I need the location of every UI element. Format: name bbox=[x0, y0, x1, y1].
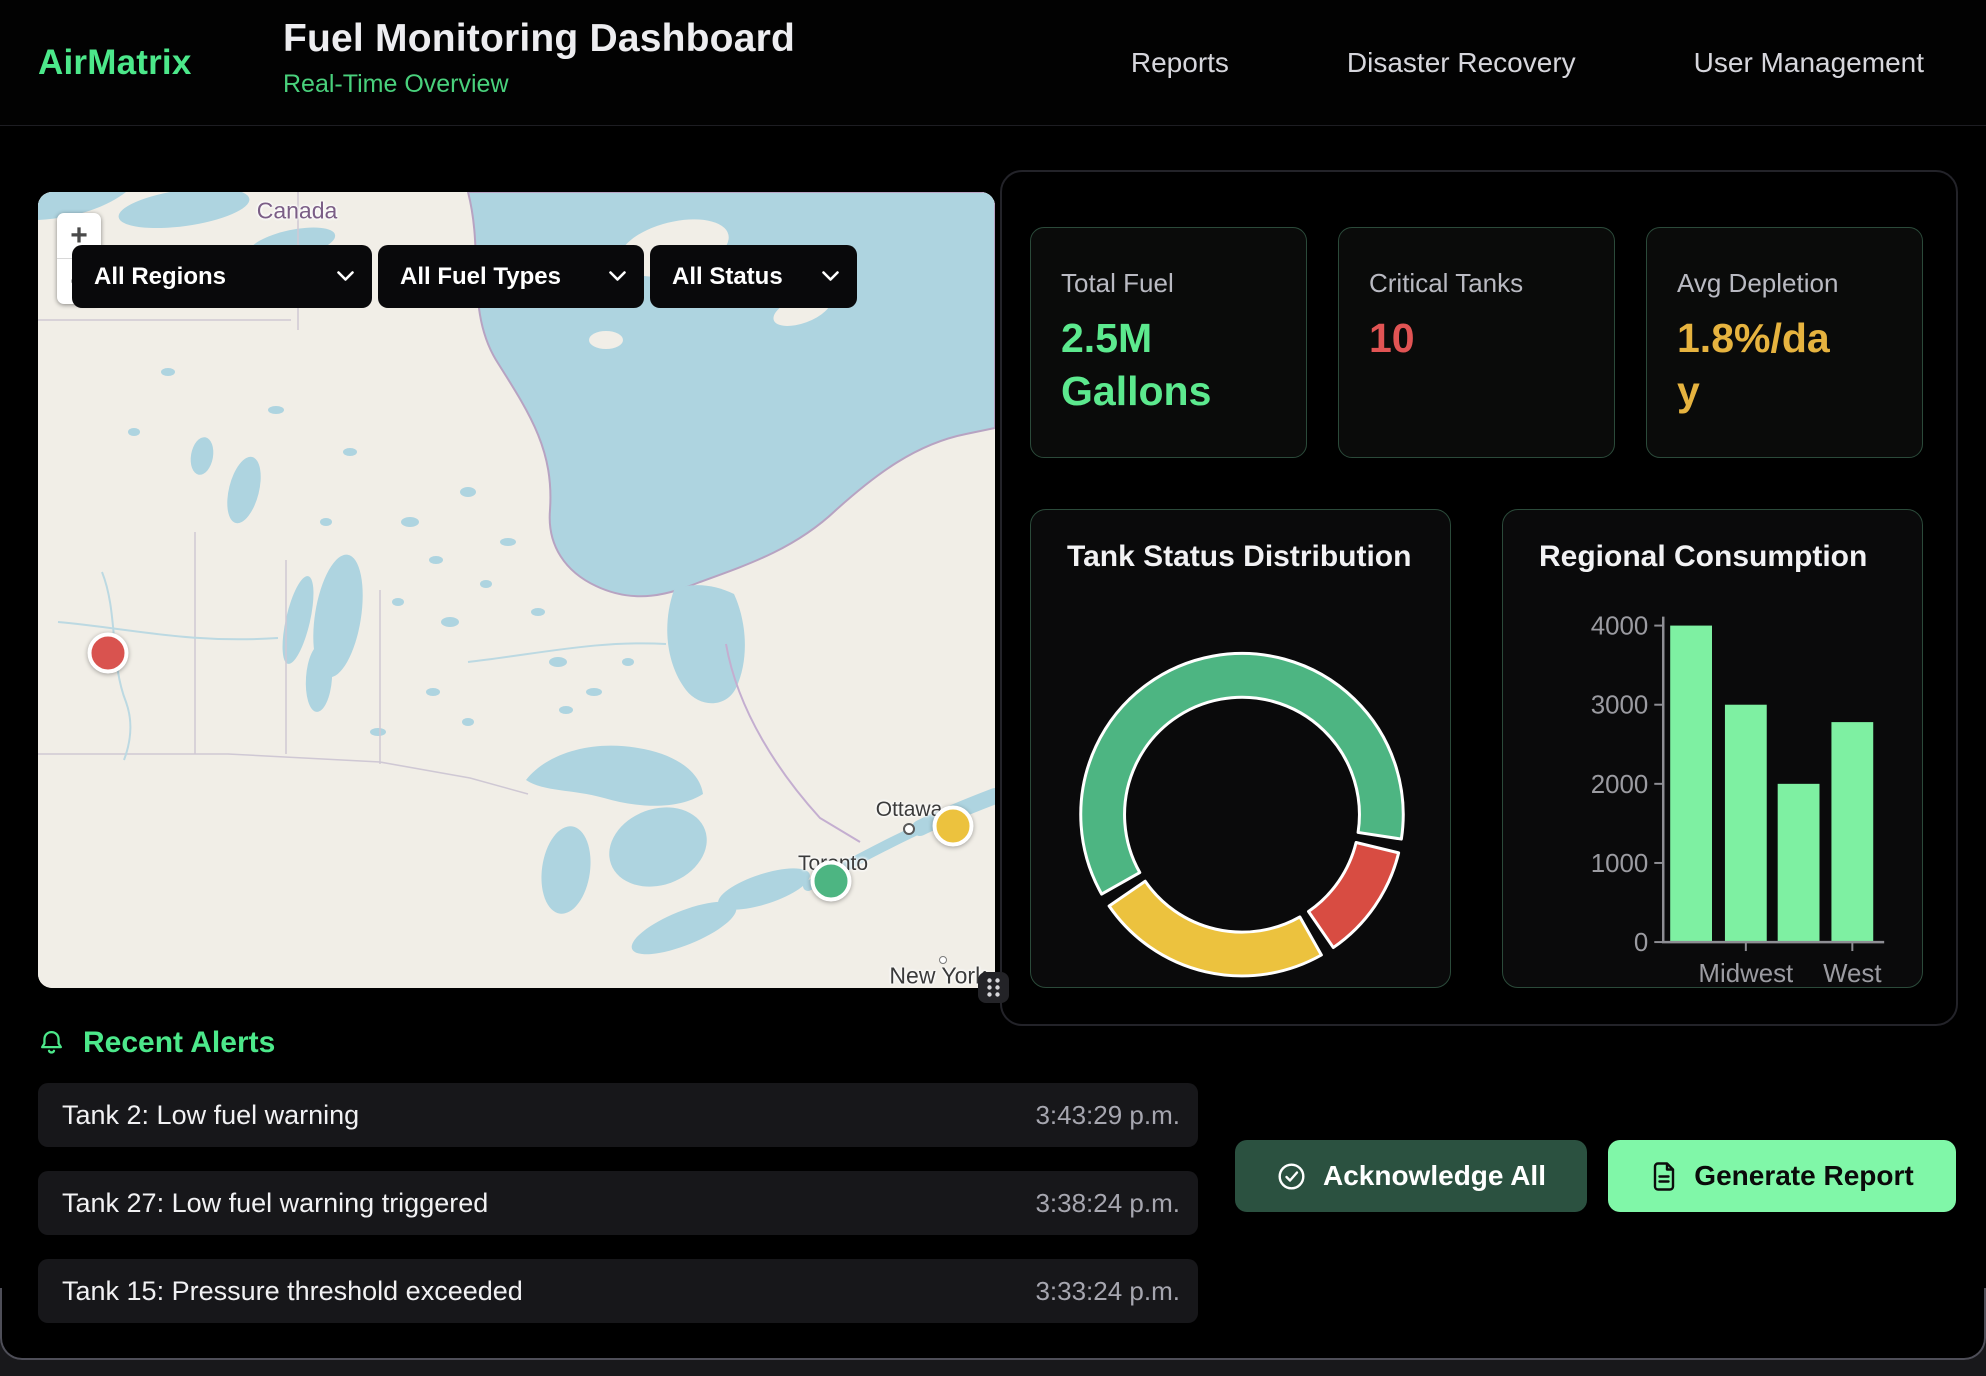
svg-text:1000: 1000 bbox=[1591, 850, 1649, 878]
acknowledge-all-label: Acknowledge All bbox=[1323, 1160, 1546, 1192]
app-logo: AirMatrix bbox=[38, 43, 192, 83]
map-canvas bbox=[38, 192, 995, 988]
stat-value: 2.5M Gallons bbox=[1061, 312, 1226, 419]
bell-icon bbox=[38, 1029, 65, 1057]
map-filter-bar: All Regions All Fuel Types All Status bbox=[72, 245, 857, 308]
alert-row: Tank 15: Pressure threshold exceeded 3:3… bbox=[38, 1259, 1198, 1323]
chevron-down-icon bbox=[337, 271, 354, 282]
alert-message: Tank 2: Low fuel warning bbox=[62, 1100, 359, 1131]
alert-timestamp: 3:33:24 p.m. bbox=[1035, 1276, 1180, 1307]
region-filter-dropdown[interactable]: All Regions bbox=[72, 245, 372, 308]
stat-label: Critical Tanks bbox=[1369, 268, 1584, 299]
stat-value: 10 bbox=[1369, 312, 1534, 365]
acknowledge-all-button[interactable]: Acknowledge All bbox=[1235, 1140, 1587, 1212]
svg-text:Midwest: Midwest bbox=[1698, 960, 1793, 987]
stat-value: 1.8%/day bbox=[1677, 312, 1842, 419]
drag-handle-icon[interactable] bbox=[978, 972, 1009, 1003]
alerts-title: Recent Alerts bbox=[83, 1026, 275, 1060]
status-filter-dropdown[interactable]: All Status bbox=[650, 245, 857, 308]
tank-map[interactable]: Canada Ottawa Toronto New York + − All R… bbox=[38, 192, 995, 988]
header: AirMatrix Fuel Monitoring Dashboard Real… bbox=[0, 0, 1986, 126]
main-nav: Reports Disaster Recovery User Managemen… bbox=[1131, 0, 1924, 125]
stat-label: Total Fuel bbox=[1061, 268, 1276, 299]
donut-chart bbox=[1031, 510, 1450, 987]
svg-text:West: West bbox=[1823, 960, 1881, 987]
generate-report-button[interactable]: Generate Report bbox=[1608, 1140, 1956, 1212]
bar-chart: 0 1000 2000 3000 4000 Midwest West bbox=[1503, 510, 1922, 987]
page-subtitle: Real-Time Overview bbox=[283, 70, 795, 99]
nav-item-user-management[interactable]: User Management bbox=[1694, 47, 1924, 79]
alert-timestamp: 3:38:24 p.m. bbox=[1035, 1188, 1180, 1219]
region-filter-label: All Regions bbox=[94, 263, 226, 291]
svg-text:4000: 4000 bbox=[1591, 613, 1649, 641]
alert-row: Tank 27: Low fuel warning triggered 3:38… bbox=[38, 1171, 1198, 1235]
alert-message: Tank 15: Pressure threshold exceeded bbox=[62, 1276, 523, 1307]
status-filter-label: All Status bbox=[672, 263, 783, 291]
title-block: Fuel Monitoring Dashboard Real-Time Over… bbox=[283, 17, 795, 99]
nav-item-reports[interactable]: Reports bbox=[1131, 47, 1229, 79]
alerts-header: Recent Alerts bbox=[38, 1026, 275, 1060]
newyork-town-dot bbox=[939, 956, 947, 964]
stat-label: Avg Depletion bbox=[1677, 268, 1892, 299]
chevron-down-icon bbox=[822, 271, 839, 282]
stat-card-critical-tanks: Critical Tanks 10 bbox=[1338, 227, 1615, 458]
nav-item-disaster-recovery[interactable]: Disaster Recovery bbox=[1347, 47, 1576, 79]
ottawa-town-dot bbox=[903, 823, 915, 835]
page-title: Fuel Monitoring Dashboard bbox=[283, 17, 795, 61]
document-icon bbox=[1650, 1161, 1678, 1192]
generate-report-label: Generate Report bbox=[1694, 1160, 1913, 1192]
charts-row: Tank Status Distribution Regional Consum… bbox=[1030, 509, 1923, 988]
svg-text:3000: 3000 bbox=[1591, 692, 1649, 720]
svg-text:2000: 2000 bbox=[1591, 771, 1649, 799]
stat-card-avg-depletion: Avg Depletion 1.8%/day bbox=[1646, 227, 1923, 458]
tank-status-chart-card: Tank Status Distribution bbox=[1030, 509, 1451, 988]
stat-card-total-fuel: Total Fuel 2.5M Gallons bbox=[1030, 227, 1307, 458]
svg-text:0: 0 bbox=[1634, 929, 1648, 957]
fuel-type-filter-label: All Fuel Types bbox=[400, 263, 561, 291]
dashboard-panel: Total Fuel 2.5M Gallons Critical Tanks 1… bbox=[1000, 170, 1958, 1026]
app-window: AirMatrix Fuel Monitoring Dashboard Real… bbox=[0, 0, 1986, 1360]
map-marker-warning[interactable] bbox=[932, 805, 973, 846]
check-circle-icon bbox=[1276, 1161, 1307, 1192]
alert-timestamp: 3:43:29 p.m. bbox=[1035, 1100, 1180, 1131]
alert-row: Tank 2: Low fuel warning 3:43:29 p.m. bbox=[38, 1083, 1198, 1147]
map-marker-normal[interactable] bbox=[811, 861, 852, 902]
fuel-type-filter-dropdown[interactable]: All Fuel Types bbox=[378, 245, 644, 308]
regional-consumption-chart-card: Regional Consumption 01000200030004000Mi… bbox=[1502, 509, 1923, 988]
map-marker-critical[interactable] bbox=[87, 632, 128, 673]
stats-row: Total Fuel 2.5M Gallons Critical Tanks 1… bbox=[1030, 227, 1923, 458]
chevron-down-icon bbox=[609, 271, 626, 282]
alert-message: Tank 27: Low fuel warning triggered bbox=[62, 1188, 488, 1219]
